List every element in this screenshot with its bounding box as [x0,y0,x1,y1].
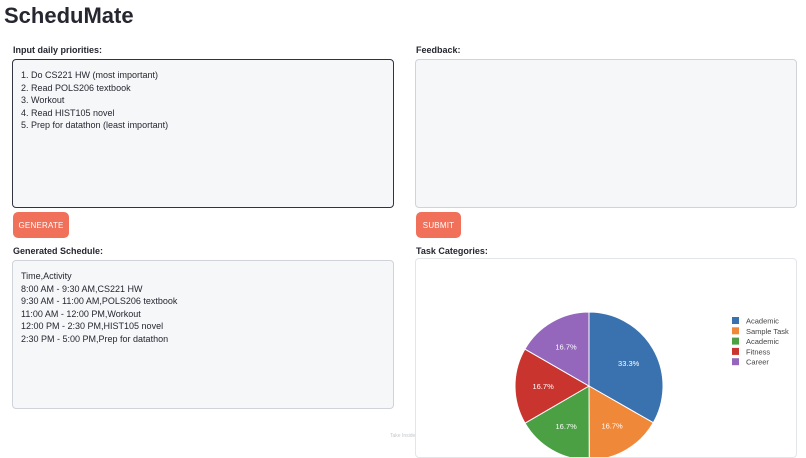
priorities-label: Input daily priorities: [13,45,103,55]
footer-text: Take Inside [390,433,416,439]
legend-swatch[interactable] [732,317,739,324]
legend-label[interactable]: Fitness [746,347,770,356]
task-categories-chart-container: 33.3% 16.7% 16.7% 16.7% 16.7% Academic Sample … [415,258,797,458]
legend-swatch[interactable] [732,347,739,355]
schedule-label: Generated Schedule: [13,246,104,256]
priorities-textarea[interactable]: 1. Do CS221 HW (most important) 2. Read … [12,59,394,208]
app-title: ScheduMate [4,3,134,28]
legend-label[interactable]: Academic [746,317,779,326]
legend-swatch[interactable] [732,327,739,335]
legend-label[interactable]: Sample Task [746,327,789,336]
task-categories-pie-chart: 33.3% 16.7% 16.7% 16.7% 16.7% AcademicSample … [514,311,789,457]
pie-slice-label: 33.3% [618,359,640,368]
legend-label[interactable]: Career [746,358,769,367]
legend-label[interactable]: Academic [746,337,779,346]
submit-button[interactable]: SUBMIT [416,212,461,238]
pie-slice-label: 16.7% [532,382,554,391]
schedule-textarea[interactable]: Time,Activity 8:00 AM - 9:30 AM,CS221 HW… [12,260,394,409]
legend-swatch[interactable] [732,358,739,366]
generate-button[interactable]: GENERATE [13,212,69,238]
categories-label: Task Categories: [416,246,488,256]
feedback-label: Feedback: [416,45,461,55]
feedback-textarea[interactable] [415,59,797,208]
legend-swatch[interactable] [732,337,739,345]
pie-slice-label: 16.7% [556,422,578,431]
pie-slice-label: 16.7% [555,342,577,351]
pie-slice-label: 16.7% [601,422,623,431]
